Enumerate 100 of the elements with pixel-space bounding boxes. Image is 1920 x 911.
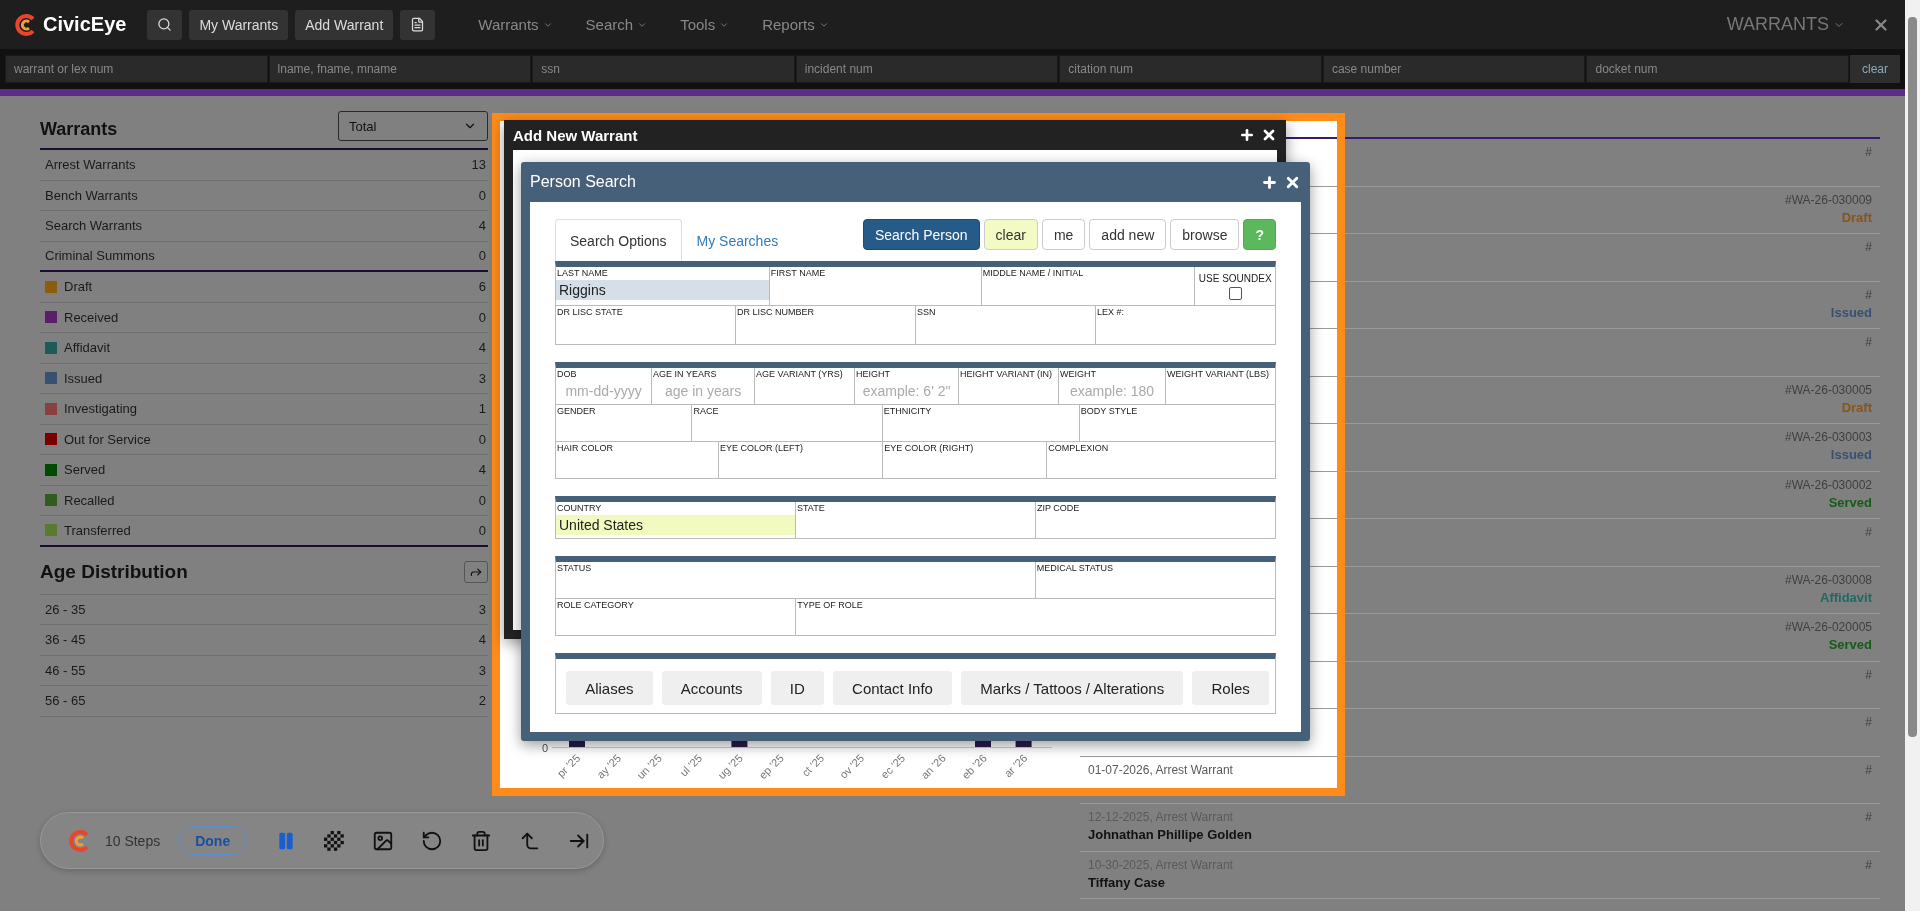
total-select[interactable]: Total bbox=[338, 111, 488, 141]
axis-label: ug '25 bbox=[715, 751, 745, 782]
search-button[interactable] bbox=[147, 9, 183, 40]
input-field[interactable]: FIRST NAME bbox=[769, 267, 982, 305]
detail-button[interactable]: Marks / Tattoos / Alterations bbox=[961, 671, 1184, 705]
input-field[interactable]: RACE bbox=[692, 405, 883, 441]
summary-count: 4 bbox=[478, 462, 486, 478]
app-logo-text: CivicEye bbox=[43, 13, 127, 36]
clear-button[interactable]: clear bbox=[1850, 55, 1901, 83]
input-field[interactable]: example: 6' 2" bbox=[855, 381, 959, 401]
axis-label: an '26 bbox=[918, 751, 948, 782]
close-icon[interactable] bbox=[1261, 127, 1277, 143]
undo-icon[interactable] bbox=[421, 829, 444, 852]
detail-button[interactable]: Contact Info bbox=[832, 671, 953, 705]
scrollbar-thumb[interactable] bbox=[1908, 17, 1917, 737]
summary-label: Arrest Warrants bbox=[45, 157, 137, 173]
summary-label: Affidavit bbox=[64, 340, 111, 356]
warrant-number: # bbox=[1865, 145, 1872, 159]
warrant-number: # bbox=[1865, 857, 1872, 872]
plus-icon[interactable] bbox=[1239, 127, 1255, 143]
input-field[interactable]: SSN bbox=[916, 306, 1096, 344]
axis-label: ct '25 bbox=[799, 751, 827, 779]
scrollbar[interactable] bbox=[1905, 0, 1920, 911]
warrant-number: #WA-26-030009 bbox=[1785, 192, 1872, 207]
input-field[interactable]: STATE bbox=[796, 502, 1036, 538]
summary-label: Bench Warrants bbox=[45, 187, 139, 203]
summary-label: Received bbox=[64, 309, 120, 325]
warrant-number: # bbox=[1865, 715, 1872, 729]
warrant-status: Issued bbox=[1830, 447, 1872, 462]
nav-menu[interactable]: Reports bbox=[756, 15, 835, 34]
detail-button[interactable]: Roles bbox=[1192, 671, 1269, 705]
summary-label: Criminal Summons bbox=[45, 248, 156, 264]
input-field[interactable]: COUNTRY United States bbox=[556, 502, 796, 538]
input-field[interactable]: DR LISC NUMBER bbox=[736, 306, 916, 344]
input-field[interactable]: LAST NAME Riggins bbox=[556, 267, 770, 305]
filter-field[interactable]: ssn bbox=[532, 55, 795, 83]
summary-label: Transferred bbox=[64, 522, 132, 538]
search-icon bbox=[157, 17, 173, 32]
action-button[interactable]: clear bbox=[983, 219, 1038, 250]
trash-icon[interactable] bbox=[469, 829, 492, 852]
input-field[interactable]: HAIR COLOR bbox=[556, 442, 720, 478]
input-field[interactable]: AGE VARIANT (YRS) bbox=[755, 368, 856, 404]
filter-field[interactable]: docket num bbox=[1586, 55, 1850, 83]
summary-label: 46 - 55 bbox=[45, 662, 87, 678]
nav-menu[interactable]: Warrants bbox=[472, 15, 559, 34]
nav-button[interactable]: My Warrants bbox=[189, 9, 289, 40]
summary-label: Search Warrants bbox=[45, 218, 144, 234]
logo-icon bbox=[15, 13, 37, 36]
input-field[interactable]: STATUS bbox=[556, 562, 1036, 598]
input-field[interactable]: example: 180 bbox=[1059, 381, 1166, 401]
warrant-number: # bbox=[1865, 287, 1872, 302]
detail-button[interactable]: Aliases bbox=[566, 671, 653, 705]
axis-tick: 0 bbox=[540, 742, 548, 754]
nav-button[interactable]: Add Warrant bbox=[295, 9, 394, 40]
image-icon[interactable] bbox=[372, 829, 395, 852]
input-field[interactable]: age in years bbox=[652, 381, 755, 401]
document-button[interactable] bbox=[400, 9, 436, 40]
input-field[interactable]: ROLE CATEGORY bbox=[556, 599, 797, 635]
share-arrow-icon bbox=[469, 565, 483, 579]
summary-label: Recalled bbox=[64, 492, 116, 508]
input-field[interactable]: mm-dd-yyyy bbox=[556, 381, 652, 401]
input-field[interactable]: EYE COLOR (RIGHT) bbox=[883, 442, 1048, 478]
summary-count: 4 bbox=[478, 632, 486, 648]
tab[interactable]: My Searches bbox=[681, 219, 794, 261]
input-field[interactable]: HEIGHT VARIANT (IN) bbox=[959, 368, 1060, 404]
checkbox[interactable] bbox=[1228, 287, 1242, 300]
checkered-icon[interactable] bbox=[322, 828, 347, 853]
detail-button[interactable]: Accounts bbox=[661, 671, 762, 705]
warrant-number: #WA-26-020005 bbox=[1785, 620, 1872, 634]
filter-field[interactable]: lname, fname, mname bbox=[268, 55, 532, 83]
input-field[interactable]: EYE COLOR (LEFT) bbox=[719, 442, 884, 478]
tab[interactable]: Search Options bbox=[555, 219, 682, 261]
action-button[interactable]: add new bbox=[1089, 219, 1167, 250]
filter-field[interactable]: warrant or lex num bbox=[5, 55, 268, 83]
warrant-number: #WA-26-030003 bbox=[1785, 430, 1872, 444]
filter-field[interactable]: case number bbox=[1322, 55, 1586, 83]
axis-label: ov '25 bbox=[837, 751, 867, 781]
input-field[interactable]: GENDER bbox=[556, 405, 693, 441]
action-button[interactable]: Search Person bbox=[862, 219, 980, 250]
module-menu[interactable]: WARRANTS bbox=[1720, 13, 1851, 36]
filter-field[interactable]: citation num bbox=[1059, 55, 1322, 83]
summary-label: Investigating bbox=[64, 401, 138, 417]
plus-icon[interactable] bbox=[1261, 173, 1278, 191]
nav-menu[interactable]: Search bbox=[579, 15, 654, 34]
detail-button[interactable]: ID bbox=[770, 671, 824, 705]
input-field[interactable]: DR LISC STATE bbox=[556, 306, 736, 344]
summary-count: 0 bbox=[478, 309, 486, 325]
warrant-status: Issued bbox=[1830, 304, 1872, 320]
field-label: WEIGHT bbox=[1059, 368, 1098, 379]
warrant-number: # bbox=[1865, 762, 1872, 777]
nav-menu[interactable]: Tools bbox=[674, 15, 736, 34]
filter-field[interactable]: incident num bbox=[795, 55, 1059, 83]
share-button[interactable] bbox=[464, 561, 488, 583]
action-button[interactable]: browse bbox=[1170, 219, 1240, 250]
action-button[interactable]: me bbox=[1041, 219, 1086, 250]
summary-label: Issued bbox=[64, 370, 104, 386]
input-field[interactable]: ETHNICITY bbox=[882, 405, 1080, 441]
axis-label: eb '26 bbox=[959, 751, 989, 782]
input-field[interactable]: MIDDLE NAME / INITIAL bbox=[981, 267, 1196, 305]
summary-label: 56 - 65 bbox=[45, 693, 87, 709]
